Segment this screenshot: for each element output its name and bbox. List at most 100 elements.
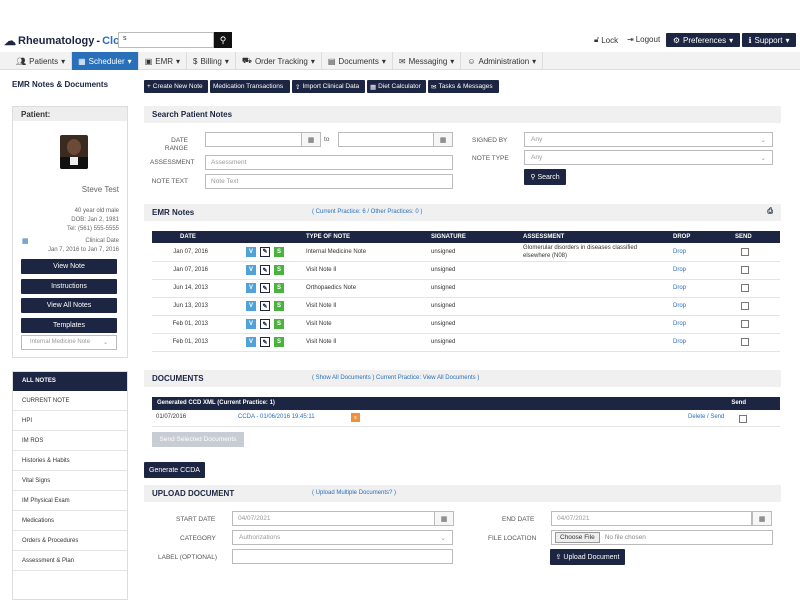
generate-ccda-button[interactable]: Generate CCDA (144, 462, 205, 478)
list-item[interactable]: IM ROS (13, 431, 127, 451)
edit-icon[interactable]: ✎ (260, 319, 270, 329)
note-text-input[interactable]: Note Text (205, 174, 453, 189)
view-all-documents-link[interactable]: Current Practice: View All Documents (376, 375, 476, 381)
edit-icon[interactable]: ✎ (260, 283, 270, 293)
practice-links[interactable]: ( Current Practice: 6 / Other Practices:… (312, 209, 422, 215)
drop-link[interactable]: Drop (669, 297, 731, 316)
date-from-input[interactable] (205, 132, 302, 147)
view-icon[interactable]: V (246, 265, 256, 275)
template-select-value: Internal Medicine Note (30, 339, 91, 345)
edit-icon[interactable]: ✎ (260, 246, 270, 257)
global-search-input[interactable]: s (118, 32, 214, 48)
edit-icon[interactable]: ✎ (260, 265, 270, 275)
send-checkbox[interactable] (741, 338, 749, 346)
label-input[interactable] (232, 549, 453, 564)
view-all-notes-button[interactable]: View All Notes (21, 298, 117, 313)
nav-order-tracking[interactable]: ⛟ Order Tracking ▾ (236, 52, 322, 70)
logout-link[interactable]: ⇥ Logout (627, 35, 660, 44)
calendar-icon[interactable]: ▦ (752, 511, 772, 526)
start-date-input[interactable]: 04/07/2021 (232, 511, 435, 526)
create-new-note-button[interactable]: + Create New Note (144, 80, 208, 93)
document-icon: ▤ (327, 56, 336, 66)
sign-icon[interactable]: S (274, 337, 284, 347)
send-checkbox[interactable] (741, 266, 749, 274)
print-icon[interactable]: ⎙ (767, 208, 773, 216)
sign-icon[interactable]: S (274, 319, 284, 329)
signed-by-select[interactable]: Any ⌄ (524, 132, 773, 147)
drop-link[interactable]: Drop (669, 333, 731, 352)
sign-icon[interactable]: S (274, 246, 284, 257)
send-checkbox[interactable] (741, 302, 749, 310)
upload-document-button[interactable]: ⇪ Upload Document (550, 549, 625, 565)
view-icon[interactable]: V (246, 319, 256, 329)
edit-icon[interactable]: ✎ (260, 337, 270, 347)
send-checkbox[interactable] (741, 247, 749, 256)
sign-icon[interactable]: S (274, 301, 284, 311)
nav-messaging[interactable]: ✉ Messaging ▾ (393, 52, 462, 70)
support-button[interactable]: ℹ Support ▾ (742, 33, 796, 47)
search-submit-button[interactable]: ⚲ Search (524, 169, 566, 185)
upload-multiple-link[interactable]: ( Upload Multiple Documents? ) (312, 490, 396, 496)
drop-link[interactable]: Drop (669, 315, 731, 334)
sign-icon[interactable]: S (274, 265, 284, 275)
list-item[interactable]: Vital Signs (13, 471, 127, 491)
list-item[interactable]: Assessment & Plan (13, 551, 127, 571)
nav-documents[interactable]: ▤ Documents ▾ (322, 52, 393, 70)
instructions-button[interactable]: Instructions (21, 279, 117, 294)
templates-button[interactable]: Templates (21, 318, 117, 333)
show-all-documents-link[interactable]: ( Show All Documents ) (312, 375, 374, 381)
send-checkbox[interactable] (741, 320, 749, 328)
list-item[interactable]: Medications (13, 511, 127, 531)
list-item[interactable]: HPI (13, 411, 127, 431)
view-icon[interactable]: V (246, 301, 256, 311)
end-date-input[interactable]: 04/07/2021 (551, 511, 752, 526)
ccda-link[interactable]: CCDA - 01/06/2016 19:45:11 (238, 414, 315, 420)
nav-scheduler[interactable]: ▦ Scheduler ▾ (72, 52, 139, 70)
view-icon[interactable]: V (246, 337, 256, 347)
drop-link[interactable]: Drop (669, 279, 731, 298)
gear-icon: ⚙ (672, 35, 680, 45)
list-item[interactable]: IM Physical Exam (13, 491, 127, 511)
list-item[interactable]: Orders & Procedures (13, 531, 127, 551)
note-type-select[interactable]: Any ⌄ (524, 150, 773, 165)
import-clinical-data-button[interactable]: ⇪ Import Clinical Data (292, 80, 365, 93)
drop-link[interactable]: Drop (669, 243, 731, 262)
delete-send-link[interactable]: Delete / Send (688, 414, 724, 420)
lock-link[interactable]: 🔓︎ Lock (594, 35, 618, 45)
preferences-button[interactable]: ⚙ Preferences ▾ (666, 33, 740, 47)
nav-billing[interactable]: $ Billing ▾ (187, 52, 236, 70)
list-item[interactable]: Histories & Habits (13, 451, 127, 471)
nav-emr[interactable]: ▣ EMR ▾ (139, 52, 188, 70)
diet-calculator-button[interactable]: ▦ Diet Calculator (367, 80, 426, 93)
calendar-icon[interactable]: ▦ (301, 132, 321, 147)
send-selected-documents-button[interactable]: Send Selected Documents (152, 432, 244, 447)
send-checkbox[interactable] (741, 284, 749, 292)
lock-label: Lock (601, 35, 619, 45)
view-icon[interactable]: V (246, 246, 256, 257)
assessment-input[interactable]: Assessment (205, 155, 453, 170)
calendar-icon[interactable]: ▦ (433, 132, 453, 147)
list-item[interactable]: CURRENT NOTE (13, 391, 127, 411)
xml-icon[interactable]: ≡ (351, 413, 360, 422)
file-input[interactable]: Choose File No file chosen (551, 530, 773, 545)
search-button[interactable]: ⚲ (214, 32, 232, 48)
drop-link[interactable]: Drop (669, 261, 731, 280)
app-logo[interactable]: ☁ Rheumatology-Cloud (4, 34, 133, 48)
template-select[interactable]: Internal Medicine Note ⌄ (21, 335, 117, 350)
medication-transactions-button[interactable]: Medication Transactions (210, 80, 290, 93)
all-notes-header[interactable]: ALL NOTES (13, 372, 127, 391)
calendar-icon[interactable]: ▦ (434, 511, 454, 526)
sign-icon[interactable]: S (274, 283, 284, 293)
choose-file-button[interactable]: Choose File (555, 532, 600, 543)
view-icon[interactable]: V (246, 283, 256, 293)
send-checkbox[interactable] (739, 415, 747, 423)
nav-administration[interactable]: ☺ Administration ▾ (461, 52, 544, 70)
tasks-messages-button[interactable]: ✉ Tasks & Messages (428, 80, 499, 93)
date-to-input[interactable] (338, 132, 434, 147)
edit-icon[interactable]: ✎ (260, 301, 270, 311)
documents-title: DOCUMENTS (152, 374, 204, 383)
nav-patients[interactable]: 👥︎ Patients ▾ (0, 52, 73, 70)
view-note-button[interactable]: View Note (21, 259, 117, 274)
chevron-down-icon: ⌄ (102, 340, 108, 346)
category-select[interactable]: Authorizations ⌄ (232, 530, 453, 545)
